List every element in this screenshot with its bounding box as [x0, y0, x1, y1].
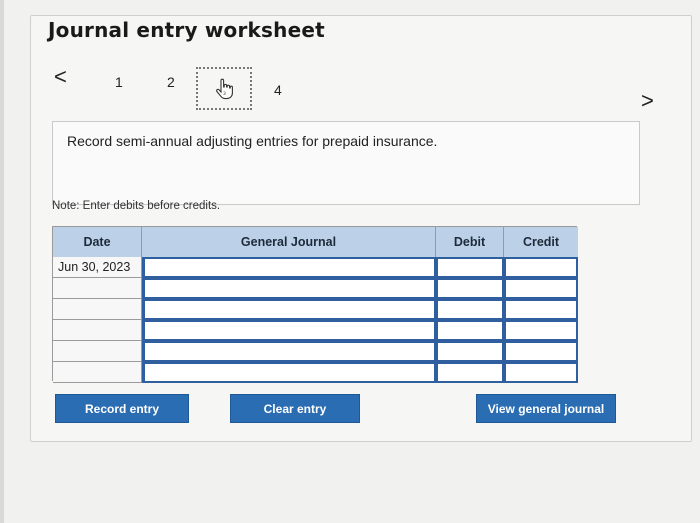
- page-title: Journal entry worksheet: [48, 18, 325, 42]
- hand-pointer-icon: 3: [216, 78, 233, 99]
- date-cell[interactable]: [53, 320, 142, 341]
- table-row: [53, 320, 578, 341]
- table-row: Jun 30, 2023: [53, 257, 578, 278]
- date-cell[interactable]: [53, 362, 142, 383]
- step-1-tab[interactable]: 1: [115, 74, 123, 90]
- note-text: Note: Enter debits before credits.: [52, 200, 221, 212]
- credit-input[interactable]: [504, 257, 578, 278]
- credit-input[interactable]: [504, 341, 578, 362]
- clear-entry-button[interactable]: Clear entry: [230, 394, 360, 423]
- table-row: [53, 341, 578, 362]
- account-select[interactable]: [142, 299, 436, 320]
- credit-input[interactable]: [504, 278, 578, 299]
- instruction-text: Record semi-annual adjusting entries for…: [67, 133, 438, 149]
- debit-input[interactable]: [436, 299, 504, 320]
- instruction-box: Record semi-annual adjusting entries for…: [52, 121, 640, 205]
- date-cell[interactable]: [53, 278, 142, 299]
- date-cell[interactable]: [53, 341, 142, 362]
- next-step-button[interactable]: >: [641, 88, 654, 114]
- prev-step-button[interactable]: <: [54, 64, 67, 90]
- credit-input[interactable]: [504, 299, 578, 320]
- debit-input[interactable]: [436, 320, 504, 341]
- table-row: [53, 299, 578, 320]
- journal-entry-table: Date General Journal Debit Credit Jun 30…: [52, 226, 578, 383]
- general-journal-column-header: General Journal: [142, 227, 436, 257]
- account-select[interactable]: [142, 278, 436, 299]
- debit-input[interactable]: [436, 257, 504, 278]
- debit-input[interactable]: [436, 362, 504, 383]
- account-select[interactable]: [142, 341, 436, 362]
- step-3-tab-current[interactable]: 3: [196, 67, 252, 110]
- step-3-label: 3: [223, 91, 226, 97]
- debit-input[interactable]: [436, 278, 504, 299]
- account-select[interactable]: [142, 320, 436, 341]
- step-2-tab[interactable]: 2: [167, 74, 175, 90]
- account-select[interactable]: [142, 257, 436, 278]
- date-cell[interactable]: Jun 30, 2023: [53, 257, 142, 278]
- step-4-tab[interactable]: 4: [274, 82, 282, 98]
- credit-input[interactable]: [504, 362, 578, 383]
- date-column-header: Date: [53, 227, 142, 257]
- credit-input[interactable]: [504, 320, 578, 341]
- record-entry-button[interactable]: Record entry: [55, 394, 189, 423]
- debit-input[interactable]: [436, 341, 504, 362]
- date-cell[interactable]: [53, 299, 142, 320]
- table-row: [53, 362, 578, 383]
- account-select[interactable]: [142, 362, 436, 383]
- table-row: [53, 278, 578, 299]
- debit-column-header: Debit: [436, 227, 504, 257]
- credit-column-header: Credit: [504, 227, 578, 257]
- view-general-journal-button[interactable]: View general journal: [476, 394, 616, 423]
